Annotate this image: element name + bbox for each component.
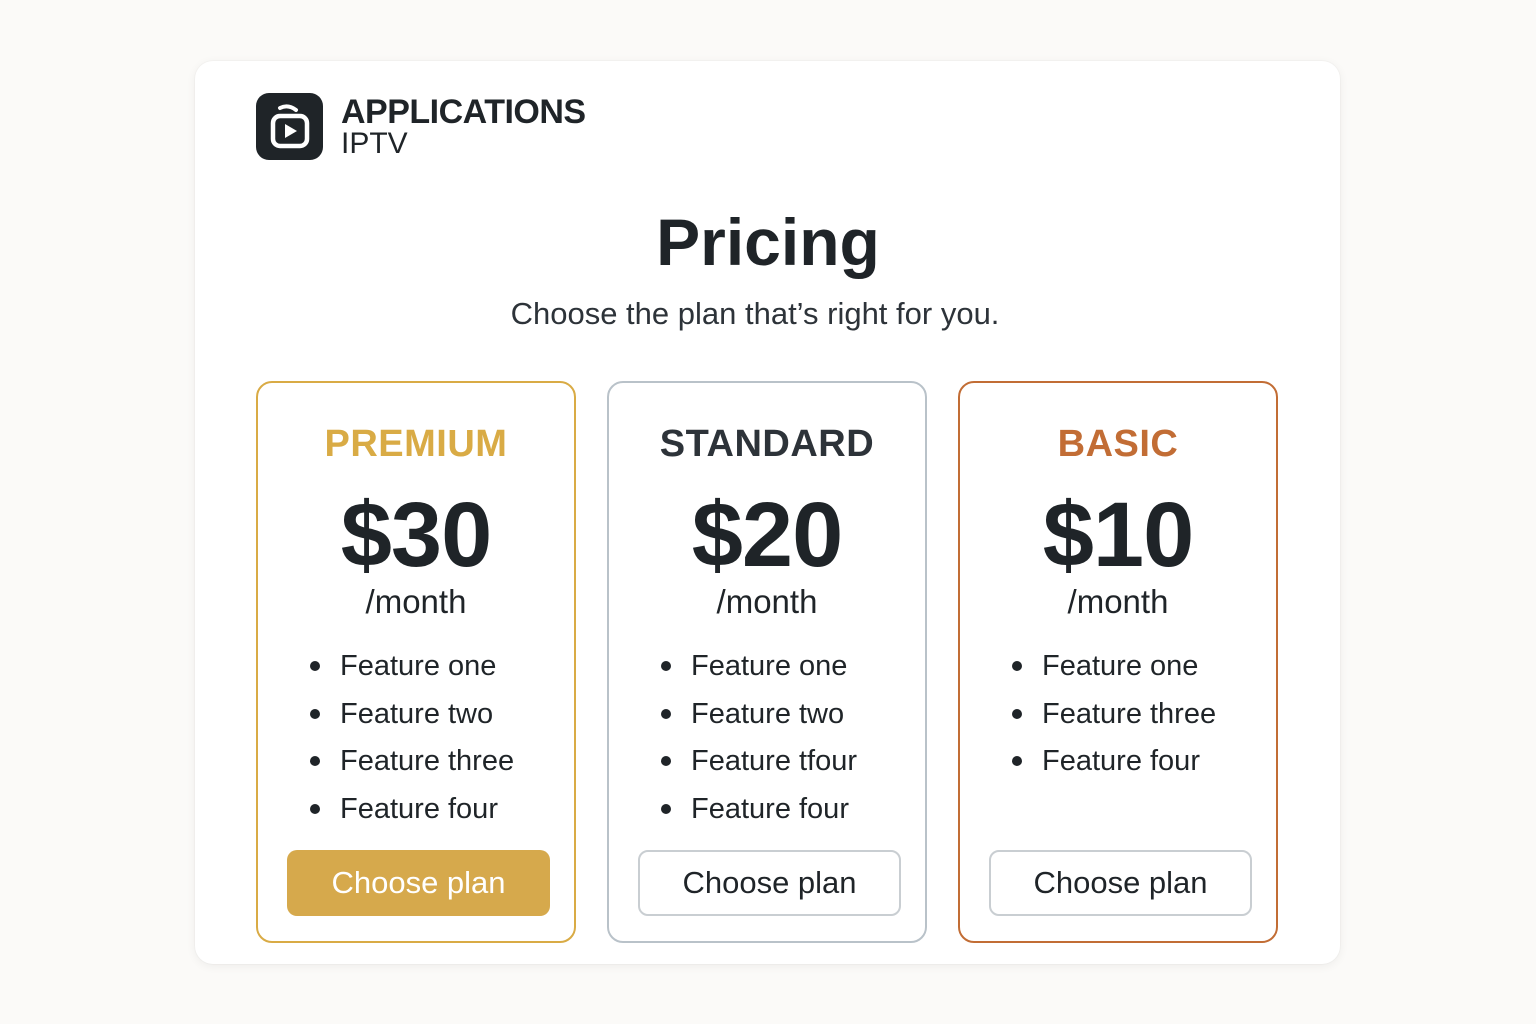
feature-item: Feature three	[309, 742, 514, 790]
brand-name: APPLICATIONS	[341, 92, 586, 131]
plan-name: PREMIUM	[324, 423, 508, 465]
brand-subtitle: IPTV	[341, 126, 408, 160]
brand[interactable]: APPLICATIONS IPTV	[256, 93, 586, 160]
brand-text: APPLICATIONS IPTV	[341, 95, 586, 159]
plan-period: /month	[365, 583, 467, 620]
feature-item: Feature four	[1011, 742, 1216, 790]
tv-play-icon	[256, 93, 323, 160]
choose-plan-standard-button[interactable]: Choose plan	[638, 850, 901, 916]
feature-item: Feature one	[309, 647, 514, 695]
feature-item: Feature two	[309, 695, 514, 743]
feature-list: Feature one Feature three Feature four	[1011, 647, 1216, 790]
plan-period: /month	[1067, 583, 1169, 620]
plan-card-standard: STANDARD $20 /month Feature one Feature …	[607, 381, 927, 943]
feature-item: Feature one	[1011, 647, 1216, 695]
feature-item: Feature four	[309, 790, 514, 838]
feature-item: Feature tfour	[660, 742, 857, 790]
plan-price: $10	[1042, 484, 1195, 586]
feature-item: Feature three	[1011, 695, 1216, 743]
feature-list: Feature one Feature two Feature tfour Fe…	[660, 647, 857, 838]
choose-plan-basic-button[interactable]: Choose plan	[989, 850, 1252, 916]
plan-name: STANDARD	[659, 423, 875, 465]
feature-list: Feature one Feature two Feature three Fe…	[309, 647, 514, 838]
feature-item: Feature one	[660, 647, 857, 695]
page-subtitle: Choose the plan that’s right for you.	[510, 296, 1000, 331]
plan-card-basic: BASIC $10 /month Feature one Feature thr…	[958, 381, 1278, 943]
plan-price: $20	[691, 484, 844, 586]
plan-name: BASIC	[1057, 423, 1179, 465]
plan-price: $30	[340, 484, 493, 586]
plan-card-premium: PREMIUM $30 /month Feature one Feature t…	[256, 381, 576, 943]
choose-plan-premium-button[interactable]: Choose plan	[287, 850, 550, 916]
page-title: Pricing	[656, 205, 880, 279]
feature-item: Feature four	[660, 790, 857, 838]
feature-item: Feature two	[660, 695, 857, 743]
plan-period: /month	[716, 583, 818, 620]
